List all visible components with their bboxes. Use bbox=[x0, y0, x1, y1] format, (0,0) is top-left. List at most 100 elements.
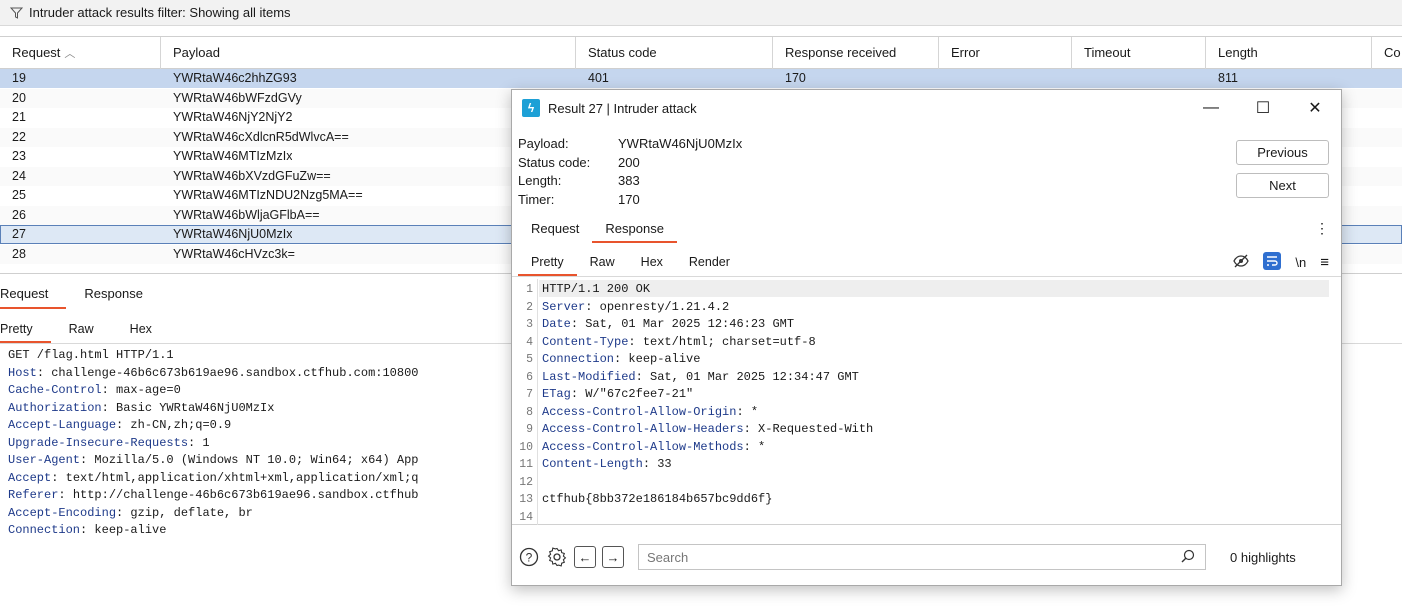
request-line: Connection: keep-alive bbox=[8, 522, 418, 540]
word-wrap-icon[interactable] bbox=[1263, 251, 1282, 273]
meta-timer: Timer: 170 bbox=[518, 191, 640, 207]
header-value: : Mozilla/5.0 (Windows NT 10.0; Win64; x… bbox=[80, 453, 419, 467]
header-value: GET /flag.html HTTP/1.1 bbox=[8, 348, 174, 362]
response-line: ETag: W/"67c2fee7-21" bbox=[542, 386, 693, 404]
dialog-titlebar[interactable]: ϟ Result 27 | Intruder attack — ☐ ✕ bbox=[512, 90, 1341, 126]
column-header-status-code[interactable]: Status code bbox=[576, 37, 773, 69]
response-editor[interactable]: 1 2 3 4 5 6 7 8 9 10 11 12 13 14 HTTP/1.1 200 OK Serve… bbox=[512, 279, 1341, 525]
request-line: Host: challenge-46b6c673b619ae96.sandbox… bbox=[8, 365, 418, 383]
tab-request[interactable]: Request bbox=[0, 279, 67, 309]
tab-raw[interactable]: Raw bbox=[577, 248, 628, 276]
tab-request[interactable]: Request bbox=[518, 215, 592, 243]
help-icon[interactable]: ? bbox=[518, 546, 540, 568]
table-cell-req: 24 bbox=[12, 168, 26, 183]
tab-raw[interactable]: Raw bbox=[51, 315, 112, 343]
table-cell-req: 26 bbox=[12, 207, 26, 222]
column-header-payload[interactable]: Payload bbox=[161, 37, 576, 69]
header-value: : gzip, deflate, br bbox=[116, 505, 253, 520]
request-line: Accept-Encoding: gzip, deflate, br bbox=[8, 505, 418, 523]
table-cell-payload: YWRtaW46NjY2NjY2 bbox=[173, 110, 293, 124]
table-row[interactable]: 19 YWRtaW46c2hhZG93 401 170 811 bbox=[0, 69, 1402, 88]
burp-logo-icon: ϟ bbox=[522, 99, 540, 117]
filter-bar[interactable]: Intruder attack results filter: Showing … bbox=[0, 0, 1402, 26]
sort-ascending-icon: ︿ bbox=[64, 48, 76, 60]
table-cell-status: 401 bbox=[588, 71, 609, 85]
column-header-response-received[interactable]: Response received bbox=[773, 37, 939, 69]
meta-payload: Payload: YWRtaW46NjU0MzIx bbox=[518, 136, 743, 151]
previous-button[interactable]: Previous bbox=[1236, 140, 1329, 165]
table-cell-payload: YWRtaW46NjU0MzIx bbox=[173, 227, 293, 241]
column-header-error[interactable]: Error bbox=[939, 37, 1072, 69]
column-header-comment[interactable]: Co bbox=[1372, 37, 1402, 69]
header-name: Content-Type bbox=[542, 334, 629, 349]
tab-response[interactable]: Response bbox=[66, 279, 161, 309]
line-number: 2 bbox=[526, 300, 533, 314]
tab-hex[interactable]: Hex bbox=[628, 248, 676, 276]
header-value: : challenge-46b6c673b619ae96.sandbox.ctf… bbox=[36, 365, 419, 380]
header-value: : X-Requested-With bbox=[743, 422, 874, 436]
table-cell-req: 25 bbox=[12, 188, 26, 202]
tab-response[interactable]: Response bbox=[592, 215, 677, 243]
tab-render[interactable]: Render bbox=[676, 248, 743, 276]
table-cell-payload: YWRtaW46cHVzc3k= bbox=[173, 246, 295, 261]
line-number: 11 bbox=[519, 458, 533, 471]
response-line: Access-Control-Allow-Methods: * bbox=[542, 439, 765, 457]
table-cell-payload: YWRtaW46MTIzMzIx bbox=[173, 149, 293, 163]
table-cell-payload: YWRtaW46bWljaGFlbA== bbox=[173, 207, 320, 222]
header-name: Host bbox=[8, 365, 37, 380]
maximize-button[interactable]: ☐ bbox=[1237, 90, 1289, 126]
back-icon[interactable]: ← bbox=[574, 546, 596, 568]
header-name: Accept-Language bbox=[8, 418, 117, 432]
svg-text:?: ? bbox=[526, 551, 533, 565]
request-line: Cache-Control: max-age=0 bbox=[8, 382, 418, 400]
menu-icon[interactable]: ≡ bbox=[1320, 254, 1329, 271]
result-meta: Payload: YWRtaW46NjU0MzIx Status code: 200… bbox=[518, 135, 742, 209]
header-name: User-Agent bbox=[8, 453, 81, 467]
request-line: Accept-Language: zh-CN,zh;q=0.9 bbox=[8, 417, 418, 435]
column-header-timeout[interactable]: Timeout bbox=[1072, 37, 1206, 69]
highlights-count: 0 highlights bbox=[1230, 549, 1296, 565]
tab-pretty[interactable]: Pretty bbox=[0, 315, 51, 343]
show-newlines-icon[interactable]: \n bbox=[1295, 255, 1306, 270]
table-header: Request ︿ Payload Status code Response re… bbox=[0, 37, 1402, 69]
header-value: : zh-CN,zh;q=0.9 bbox=[116, 418, 232, 432]
header-name: Access-Control-Allow-Methods bbox=[542, 439, 744, 454]
line-number: 6 bbox=[526, 370, 533, 384]
minimize-button[interactable]: — bbox=[1185, 90, 1237, 126]
header-value: : Basic YWRtaW46NjU0MzIx bbox=[101, 400, 275, 415]
header-name: Access-Control-Allow-Headers bbox=[542, 422, 744, 436]
line-number: 7 bbox=[526, 388, 533, 401]
current-line-highlight bbox=[539, 280, 1329, 297]
hide-nonprintable-icon[interactable] bbox=[1233, 254, 1250, 271]
settings-icon[interactable] bbox=[546, 546, 568, 568]
column-header-request[interactable]: Request ︿ bbox=[0, 37, 161, 69]
forward-icon[interactable]: → bbox=[602, 546, 624, 568]
header-name: Server bbox=[542, 299, 586, 314]
response-line: HTTP/1.1 200 OK bbox=[542, 281, 650, 299]
request-editor[interactable]: GET /flag.html HTTP/1.1 Host: challenge-4… bbox=[8, 347, 418, 540]
header-name: Accept bbox=[8, 470, 52, 485]
header-value: : W/"67c2fee7-21" bbox=[570, 387, 694, 401]
line-number: 8 bbox=[526, 405, 533, 419]
dialog-tabs: Request Response bbox=[518, 215, 677, 243]
header-value: : http://challenge-46b6c673b619ae96.sand… bbox=[58, 488, 419, 502]
search-placeholder: Search bbox=[647, 549, 689, 565]
request-line: Accept: text/html,application/xhtml+xml,… bbox=[8, 470, 418, 488]
next-button[interactable]: Next bbox=[1236, 173, 1329, 198]
header-value: ctfhub{8bb372e186184b657bc9dd6f} bbox=[542, 492, 773, 506]
filter-icon bbox=[10, 7, 23, 19]
request-line: Referer: http://challenge-46b6c673b619ae… bbox=[8, 487, 418, 505]
close-button[interactable]: ✕ bbox=[1289, 90, 1341, 126]
search-input[interactable]: Search bbox=[638, 544, 1206, 570]
table-cell-req: 27 bbox=[12, 227, 26, 241]
more-options-icon[interactable]: ⋮ bbox=[1315, 220, 1329, 237]
header-name: Cache-Control bbox=[8, 383, 102, 397]
header-name: Authorization bbox=[8, 400, 102, 415]
response-line: Server: openresty/1.21.4.2 bbox=[542, 299, 729, 317]
column-header-length[interactable]: Length bbox=[1206, 37, 1372, 69]
table-cell-req: 21 bbox=[12, 110, 26, 124]
tab-hex[interactable]: Hex bbox=[112, 315, 170, 343]
table-cell-req: 20 bbox=[12, 90, 26, 105]
response-line: Access-Control-Allow-Origin: * bbox=[542, 404, 758, 422]
tab-pretty[interactable]: Pretty bbox=[518, 248, 577, 276]
